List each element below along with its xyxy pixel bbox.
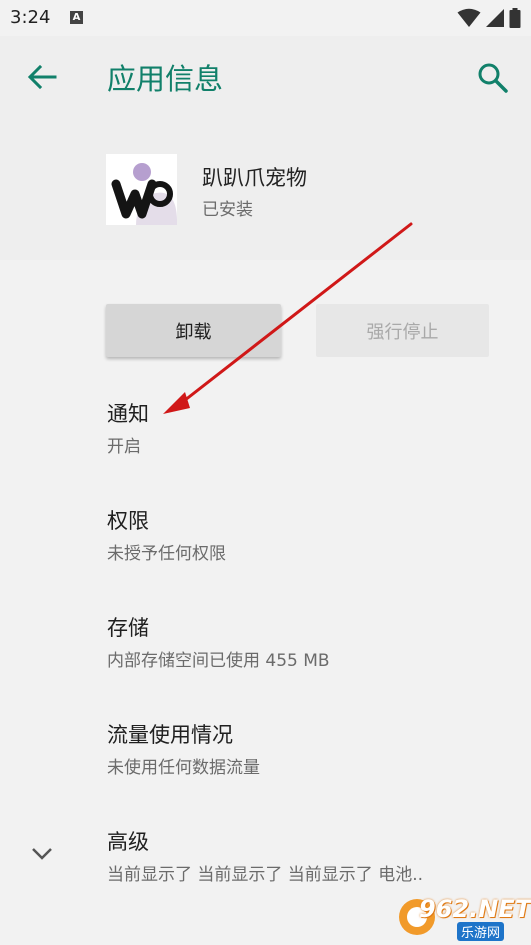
status-bar: 3:24 A <box>0 0 531 36</box>
uninstall-button[interactable]: 卸载 <box>106 304 281 357</box>
app-install-status: 已安装 <box>202 200 253 220</box>
app-logo-icon <box>111 163 177 225</box>
back-arrow-icon <box>27 64 57 90</box>
app-header: 趴趴爪宠物 已安装 <box>0 120 531 260</box>
battery-icon <box>509 8 521 28</box>
watermark-site: 乐游网 <box>457 922 505 941</box>
search-button[interactable] <box>475 60 511 96</box>
search-icon <box>478 63 508 93</box>
setting-subtitle: 当前显示了 当前显示了 当前显示了 电池.. <box>107 865 424 885</box>
setting-subtitle: 开启 <box>107 437 141 457</box>
setting-title: 权限 <box>107 509 149 533</box>
app-name: 趴趴爪宠物 <box>202 166 307 190</box>
status-icons <box>453 8 521 28</box>
setting-subtitle: 内部存储空间已使用 455 MB <box>107 651 330 671</box>
page-title: 应用信息 <box>107 62 224 96</box>
setting-title: 高级 <box>107 830 149 854</box>
setting-subtitle: 未使用任何数据流量 <box>107 758 260 778</box>
back-button[interactable] <box>25 60 59 94</box>
signal-icon <box>486 9 504 27</box>
setting-title: 流量使用情况 <box>107 723 233 747</box>
setting-subtitle: 未授予任何权限 <box>107 544 226 564</box>
wifi-icon <box>457 8 481 27</box>
setting-notifications[interactable]: 通知 开启 <box>0 398 531 488</box>
app-bar: 应用信息 <box>0 36 531 120</box>
setting-permissions[interactable]: 权限 未授予任何权限 <box>0 505 531 595</box>
setting-data-usage[interactable]: 流量使用情况 未使用任何数据流量 <box>0 719 531 809</box>
status-time: 3:24 <box>10 7 51 28</box>
force-stop-button[interactable]: 强行停止 <box>316 304 489 357</box>
chevron-down-icon <box>32 848 52 860</box>
watermark-logo: 962.NET 乐游网 <box>397 895 531 941</box>
setting-title: 通知 <box>107 402 149 426</box>
app-icon <box>106 154 177 225</box>
setting-storage[interactable]: 存储 内部存储空间已使用 455 MB <box>0 612 531 702</box>
notification-a-icon: A <box>70 11 83 24</box>
setting-title: 存储 <box>107 616 149 640</box>
watermark-number: 962.NET <box>419 895 531 923</box>
